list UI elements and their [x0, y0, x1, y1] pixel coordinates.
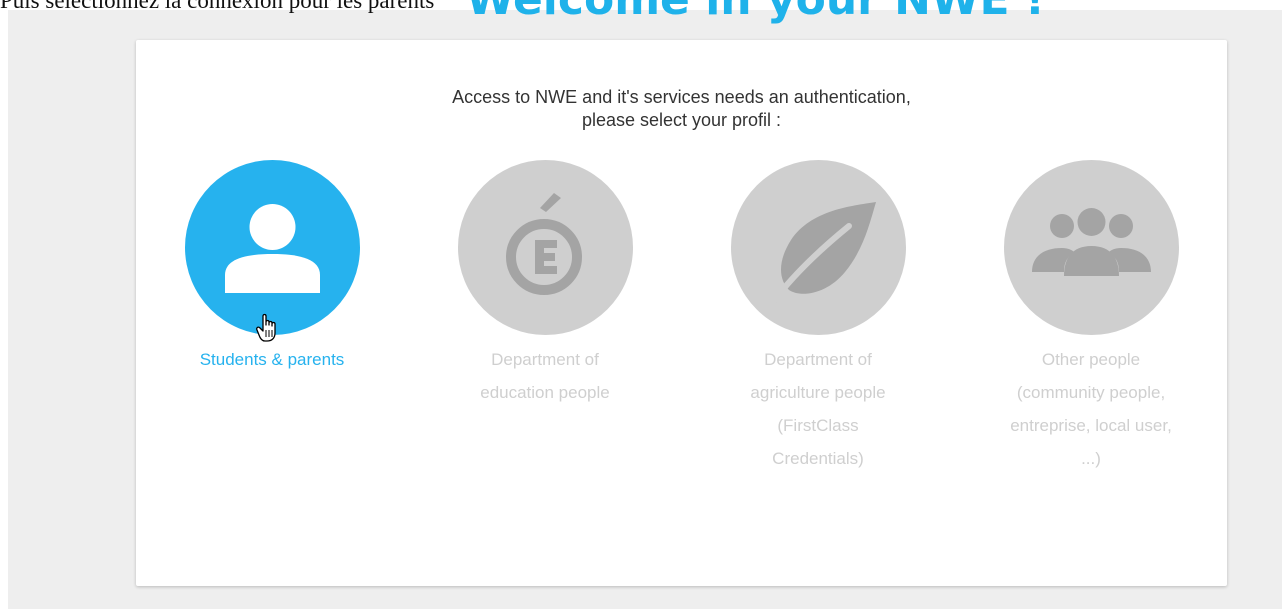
intro-line-2: please select your profil : [581, 110, 782, 130]
profile-education[interactable]: Department of education people [445, 160, 645, 409]
profile-label-line: education people [480, 383, 610, 402]
page-title: Welcome in your NWE ! [466, 0, 1045, 25]
profile-circle[interactable] [730, 160, 906, 335]
hand-pointer-icon [256, 313, 276, 342]
intro-text: Access to NWE and it's services needs an… [136, 86, 1227, 132]
profile-label[interactable]: Department of agriculture people (FirstC… [718, 343, 918, 475]
leaf-icon [769, 202, 876, 305]
profile-agriculture[interactable]: Department of agriculture people (FirstC… [718, 160, 918, 475]
person-icon [224, 204, 320, 293]
profile-other-people[interactable]: Other people (community people, entrepri… [991, 160, 1191, 475]
intro-line-1: Access to NWE and it's services needs an… [452, 87, 911, 107]
education-logo-icon [505, 193, 582, 295]
profile-label-line: entreprise, local user, [1010, 416, 1172, 435]
group-icon [1031, 208, 1151, 276]
profile-label-line: ...) [1081, 449, 1101, 468]
profile-label[interactable]: Other people (community people, entrepri… [991, 343, 1191, 475]
profile-label[interactable]: Department of education people [445, 343, 645, 409]
tutorial-caption: Puis sélectionnez la connexion pour les … [0, 0, 435, 13]
profile-label[interactable]: Students & parents [172, 343, 372, 376]
screenshot: Puis sélectionnez la connexion pour les … [0, 0, 1282, 609]
profile-label-line: Credentials) [772, 449, 864, 468]
profile-label-line: Department of [764, 350, 872, 369]
profile-label-line: (community people, [1016, 383, 1166, 402]
profile-circle[interactable] [457, 160, 633, 335]
profile-label-line: (FirstClass [777, 416, 859, 435]
login-profile-card: Access to NWE and it's services needs an… [136, 40, 1227, 586]
profile-circle[interactable] [184, 160, 360, 335]
profile-label-line: agriculture people [750, 383, 886, 402]
profile-circle[interactable] [1003, 160, 1179, 335]
profile-label-line: Students & parents [199, 350, 345, 369]
profile-label-line: Other people [1041, 350, 1141, 369]
profile-label-line: Department of [491, 350, 599, 369]
